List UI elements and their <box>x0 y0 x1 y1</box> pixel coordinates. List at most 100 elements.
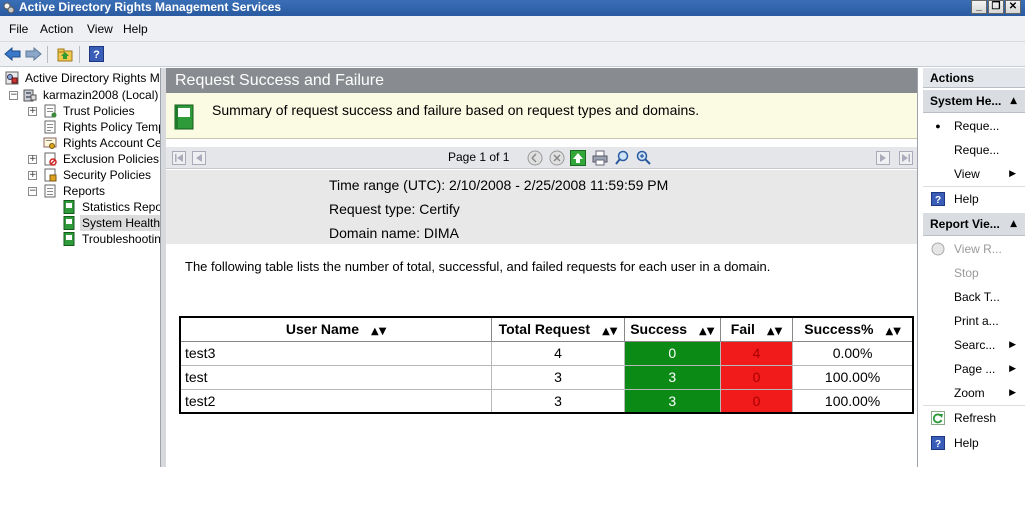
collapse-reports-toggle[interactable]: − <box>28 187 37 196</box>
forward-button[interactable] <box>24 45 43 63</box>
action-back-to-parent[interactable]: Back T... <box>923 286 1025 308</box>
submenu-arrow-icon: ▶ <box>1009 388 1016 398</box>
report-title: Request Success and Failure <box>166 68 917 93</box>
exclusion-policies-icon <box>44 152 57 166</box>
back-circle-icon <box>527 150 543 166</box>
report-book-icon <box>63 232 75 246</box>
cell-user: test <box>179 364 493 390</box>
report-book-icon <box>63 216 75 230</box>
back-arrow-icon <box>4 47 21 61</box>
actions-section-system-health[interactable]: System He... ▲ <box>923 90 1025 113</box>
column-header-total-request[interactable]: Total Request ▲▼ <box>491 316 625 342</box>
action-help-report[interactable]: ? Help <box>923 432 1025 454</box>
menu-file[interactable]: File <box>9 22 28 36</box>
menu-action[interactable]: Action <box>40 22 73 36</box>
cell-total: 3 <box>491 388 625 414</box>
action-help[interactable]: ? Help <box>923 188 1025 210</box>
print-button[interactable] <box>592 150 608 166</box>
sort-icon: ▲▼ <box>371 326 387 338</box>
cell-success: 3 <box>623 388 721 414</box>
actions-title: Actions <box>923 68 1025 88</box>
green-up-arrow-icon <box>570 150 586 166</box>
template-icon <box>44 120 56 134</box>
rms-root-icon <box>5 71 19 85</box>
tree-item-label: Exclusion Policies <box>63 152 160 166</box>
view-report-icon <box>931 242 945 256</box>
table-row: test2 3 3 0 100.00% <box>179 388 914 414</box>
svg-text:?: ? <box>935 195 941 206</box>
refresh-icon <box>931 411 945 425</box>
refresh-report-button[interactable] <box>570 150 586 166</box>
toolbar-separator <box>79 46 80 63</box>
help-icon: ? <box>931 436 945 450</box>
title-bar: Active Directory Rights Management Servi… <box>0 0 1025 16</box>
tree-item-label-selected: System Health <box>80 215 161 231</box>
expand-exclusion-policies-toggle[interactable]: + <box>28 155 37 164</box>
action-refresh[interactable]: Refresh <box>923 407 1025 429</box>
svg-text:?: ? <box>935 439 941 450</box>
mmc-window: Active Directory Rights Management Servi… <box>0 0 1025 467</box>
tree-root[interactable]: Active Directory Rights Management Servi… <box>5 70 160 86</box>
print-icon <box>592 150 608 166</box>
submenu-arrow-icon: ▶ <box>1009 364 1016 374</box>
actions-section-report-viewer[interactable]: Report Vie... ▲ <box>923 213 1025 236</box>
report-pane: Request Success and Failure Summary of r… <box>166 68 918 467</box>
menu-view[interactable]: View <box>87 22 113 36</box>
first-page-icon <box>172 151 186 165</box>
action-page[interactable]: Page ... ▶ <box>923 358 1025 380</box>
action-zoom[interactable]: Zoom ▶ <box>923 382 1025 404</box>
action-print[interactable]: Print a... <box>923 310 1025 332</box>
time-range-text: Time range (UTC): 2/10/2008 - 2/25/2008 … <box>329 177 669 193</box>
cell-total: 3 <box>491 364 625 390</box>
restore-button[interactable]: ❐ <box>988 0 1004 14</box>
zoom-button[interactable] <box>636 150 652 166</box>
report-summary-text: Summary of request success and failure b… <box>212 102 700 118</box>
action-stop[interactable]: Stop <box>923 262 1025 284</box>
close-button[interactable]: ✕ <box>1005 0 1021 14</box>
toolbar: ? <box>0 42 1025 67</box>
stop-icon <box>549 150 565 166</box>
app-icon <box>3 2 15 14</box>
trust-policies-icon <box>44 104 57 118</box>
menu-help[interactable]: Help <box>123 22 148 36</box>
find-button[interactable] <box>614 150 630 166</box>
help-toolbar-button[interactable]: ? <box>87 45 106 63</box>
tree-item-label: Security Policies <box>63 168 152 182</box>
back-to-parent-report-button[interactable] <box>527 150 543 166</box>
cell-total: 4 <box>491 340 625 366</box>
collapse-caret-icon: ▲ <box>1010 219 1017 229</box>
column-header-user-name[interactable]: User Name ▲▼ <box>179 316 493 342</box>
report-viewer-toolbar: Page 1 of 1 <box>166 147 917 169</box>
actions-separator <box>923 186 1025 187</box>
expand-trust-policies-toggle[interactable]: + <box>28 107 37 116</box>
up-level-button[interactable] <box>56 45 75 63</box>
actions-pane: Actions System He... ▲ ● Reque... Reque.… <box>923 68 1025 467</box>
action-search[interactable]: Searc... ▶ <box>923 334 1025 356</box>
last-page-button[interactable] <box>898 150 914 166</box>
submenu-arrow-icon: ▶ <box>1009 169 1016 179</box>
column-header-success[interactable]: Success ▲▼ <box>623 316 721 342</box>
action-request-1[interactable]: ● Reque... <box>923 115 1025 137</box>
back-button[interactable] <box>3 45 22 63</box>
cell-success: 0 <box>623 340 721 366</box>
expand-security-policies-toggle[interactable]: + <box>28 171 37 180</box>
previous-page-button[interactable] <box>191 150 207 166</box>
tree-root-label: Active Directory Rights Management Servi… <box>25 71 160 85</box>
column-header-success-percent[interactable]: Success% ▲▼ <box>792 316 914 342</box>
tree-item-label: Statistics Reports <box>82 200 160 214</box>
first-page-button[interactable] <box>171 150 187 166</box>
next-page-button[interactable] <box>875 150 891 166</box>
action-view[interactable]: View ▶ <box>923 163 1025 185</box>
tree-item-label: Rights Account Certificate Policies <box>63 136 161 150</box>
reports-icon <box>44 184 56 198</box>
collapse-server-toggle[interactable]: − <box>9 91 18 100</box>
stop-button[interactable] <box>549 150 565 166</box>
cell-user: test2 <box>179 388 493 414</box>
minimize-button[interactable]: _ <box>971 0 987 14</box>
column-header-fail[interactable]: Fail ▲▼ <box>719 316 794 342</box>
action-view-report[interactable]: View R... <box>923 238 1025 260</box>
cell-success-percent: 100.00% <box>792 364 914 390</box>
action-request-2[interactable]: Reque... <box>923 139 1025 161</box>
table-header-row: User Name ▲▼ Total Request ▲▼ Success ▲▼ Fa… <box>179 316 914 342</box>
menu-bar: File Action View Help <box>0 16 1025 42</box>
